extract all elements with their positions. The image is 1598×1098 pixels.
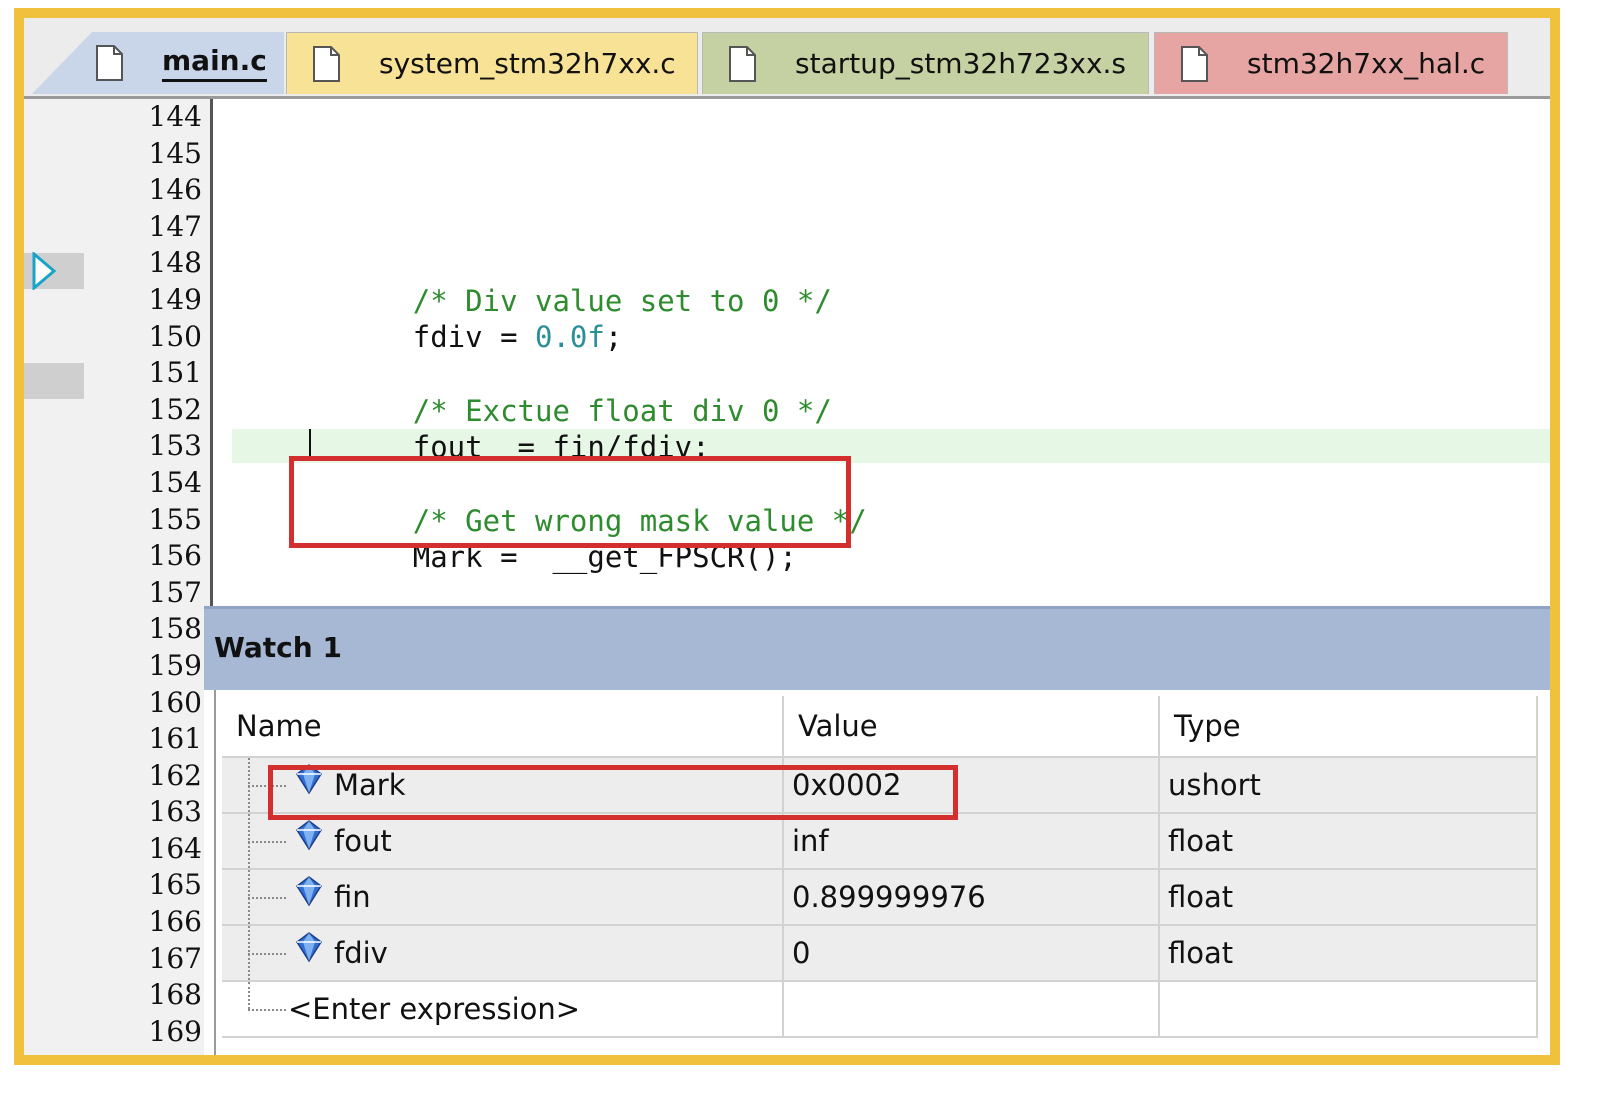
- tab-label: system_stm32h7xx.c: [379, 47, 676, 80]
- column-header-name[interactable]: Name: [222, 696, 784, 758]
- variable-icon: [296, 876, 322, 906]
- watch-value: 0.899999976: [792, 880, 986, 914]
- code-line-148: /* Div value set to 0 */: [308, 247, 832, 318]
- tab-main-c[interactable]: main.c: [32, 32, 284, 94]
- watch-type: ushort: [1168, 768, 1261, 802]
- watch-row[interactable]: fin 0.899999976 float: [222, 868, 1538, 926]
- line-number: 167: [148, 941, 202, 975]
- code-line-152: fout = fin/fdiv;: [308, 393, 710, 464]
- code-editor[interactable]: /* Div value set to 0 */ fdiv = 0.0f; /*…: [24, 99, 1550, 629]
- file-tab-strip: main.c system_stm32h7xx.c startup_stm32h…: [24, 18, 1550, 99]
- watch-value-cell[interactable]: 0: [782, 924, 1160, 982]
- line-number: 161: [148, 722, 202, 756]
- file-icon: [96, 45, 123, 81]
- watch-name: fdiv: [334, 936, 388, 970]
- file-icon: [1181, 45, 1208, 82]
- line-number: 165: [148, 868, 202, 902]
- code-text: fdiv =: [412, 320, 535, 354]
- line-number: 170: [84, 1050, 202, 1055]
- watch-name-cell[interactable]: fout: [222, 812, 784, 870]
- tab-label: startup_stm32h723xx.s: [795, 47, 1127, 80]
- line-number: 169: [148, 1014, 202, 1048]
- watch-value: inf: [792, 824, 829, 858]
- line-number: 164: [148, 831, 202, 865]
- code-line-149: fdiv = 0.0f;: [308, 283, 623, 354]
- tree-line: [222, 982, 288, 1036]
- tab-system-stm32h7xx-c[interactable]: system_stm32h7xx.c: [286, 32, 698, 94]
- file-icon: [729, 45, 756, 82]
- code-number: 0.0f: [534, 320, 605, 354]
- tab-startup-stm32h723xx-s[interactable]: startup_stm32h723xx.s: [702, 32, 1149, 94]
- line-number: 160: [148, 685, 202, 719]
- ide-window: main.c system_stm32h7xx.c startup_stm32h…: [14, 8, 1560, 1065]
- watch-name-cell[interactable]: fin: [222, 868, 784, 926]
- watch-type: float: [1168, 824, 1234, 858]
- watch-row-enter-expression[interactable]: <Enter expression>: [222, 980, 1538, 1038]
- enter-expression-cell[interactable]: <Enter expression>: [222, 980, 784, 1038]
- column-header-type[interactable]: Type: [1159, 696, 1538, 758]
- watch-row[interactable]: fdiv 0 float: [222, 924, 1538, 982]
- variable-icon: [296, 820, 322, 850]
- variable-icon: [296, 932, 322, 962]
- line-number: 168: [148, 978, 202, 1012]
- watch-value: 0: [792, 936, 811, 970]
- watch-name: fin: [334, 880, 371, 914]
- enter-expression[interactable]: <Enter expression>: [288, 992, 580, 1026]
- watch-grid: Name Value Type Mark 0x0002 ushort fout inf f…: [214, 690, 1550, 1055]
- code-highlight-box: [289, 456, 851, 548]
- file-icon: [313, 45, 340, 82]
- watch-type-cell: float: [1158, 812, 1538, 870]
- watch-type-cell: float: [1158, 868, 1538, 926]
- line-number: 159: [148, 648, 202, 682]
- watch-value-cell[interactable]: inf: [782, 812, 1160, 870]
- code-line-151: /* Exctue float div 0 */: [308, 357, 832, 428]
- watch-name-cell[interactable]: fdiv: [222, 924, 784, 982]
- empty-type-cell: [1158, 980, 1538, 1038]
- watch-name: fout: [334, 824, 392, 858]
- watch-type: float: [1168, 936, 1234, 970]
- tab-label: stm32h7xx_hal.c: [1247, 47, 1486, 80]
- watch-type: float: [1168, 880, 1234, 914]
- empty-value-cell[interactable]: [782, 980, 1160, 1038]
- code-text: ;: [604, 320, 623, 354]
- watch-panel: Watch 1 Name Value Type Mark 0x0002 ushort…: [204, 606, 1550, 1055]
- column-header-value[interactable]: Value: [783, 696, 1160, 758]
- watch-type-cell: ushort: [1158, 756, 1538, 814]
- tab-label: main.c: [162, 44, 267, 82]
- watch-type-cell: float: [1158, 924, 1538, 982]
- watch-title-bar: Watch 1: [204, 606, 1550, 690]
- watch-highlight-box: [268, 765, 958, 820]
- line-number: 163: [148, 795, 202, 829]
- line-number: 162: [148, 758, 202, 792]
- tab-stm32h7xx-hal-c[interactable]: stm32h7xx_hal.c: [1154, 32, 1508, 94]
- watch-value-cell[interactable]: 0.899999976: [782, 868, 1160, 926]
- watch-row[interactable]: fout inf float: [222, 812, 1538, 870]
- watch-title: Watch 1: [214, 631, 342, 664]
- line-number: 166: [148, 905, 202, 939]
